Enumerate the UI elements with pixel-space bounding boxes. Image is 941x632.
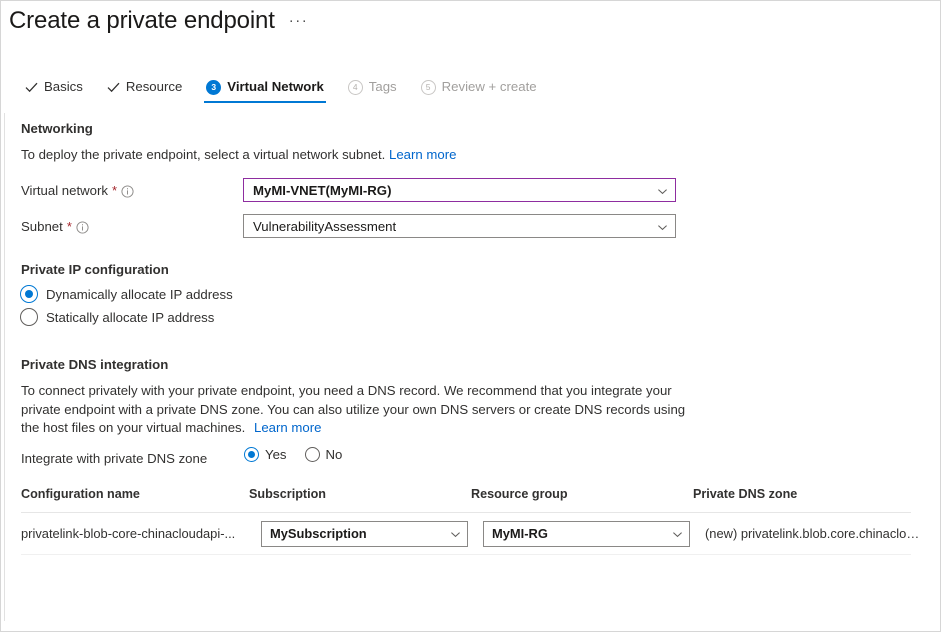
create-private-endpoint-page: Create a private endpoint ··· Basics Res… — [0, 0, 941, 632]
radio-yes-label: Yes — [265, 447, 287, 462]
subnet-value: VulnerabilityAssessment — [253, 219, 396, 234]
virtual-network-value: MyMI-VNET(MyMI-RG) — [253, 183, 391, 198]
cell-resource-group: MyMI-RG — [483, 521, 705, 547]
virtual-network-dropdown[interactable]: MyMI-VNET(MyMI-RG) — [243, 178, 676, 202]
private-dns-description: To connect privately with your private e… — [21, 382, 691, 438]
info-icon[interactable] — [76, 221, 89, 234]
radio-statically-allocate-label: Statically allocate IP address — [46, 310, 214, 325]
networking-description-text: To deploy the private endpoint, select a… — [21, 147, 385, 162]
cell-subscription: MySubscription — [261, 521, 483, 547]
step-number-badge: 4 — [348, 80, 363, 95]
integrate-dns-label-text: Integrate with private DNS zone — [21, 451, 207, 466]
page-title: Create a private endpoint — [9, 7, 275, 35]
table-header-row: Configuration name Subscription Resource… — [21, 487, 911, 513]
chevron-down-icon — [657, 185, 668, 196]
networking-heading: Networking — [21, 121, 93, 136]
more-options-icon[interactable]: ··· — [289, 13, 309, 28]
check-icon — [25, 81, 38, 94]
required-marker: * — [112, 183, 117, 198]
tab-tags[interactable]: 4 Tags — [336, 79, 409, 103]
column-header-subscription: Subscription — [249, 487, 471, 501]
table-row: privatelink-blob-core-chinacloudapi-... … — [21, 513, 911, 555]
subnet-label: Subnet * — [21, 219, 89, 234]
step-number-badge: 5 — [421, 80, 436, 95]
active-tab-underline — [204, 101, 326, 103]
tab-review-create[interactable]: 5 Review + create — [409, 79, 549, 103]
radio-integrate-dns-yes[interactable]: Yes — [244, 447, 287, 462]
step-number-badge: 3 — [206, 80, 221, 95]
subnet-dropdown[interactable]: VulnerabilityAssessment — [243, 214, 676, 238]
tab-virtual-network-label: Virtual Network — [227, 79, 324, 95]
tab-resource-label: Resource — [126, 79, 182, 95]
private-dns-learn-more-link[interactable]: Learn more — [254, 420, 321, 435]
radio-icon — [20, 285, 38, 303]
radio-dynamically-allocate[interactable]: Dynamically allocate IP address — [20, 285, 233, 303]
integrate-dns-radio-group: Yes No — [244, 447, 342, 462]
tab-resource[interactable]: Resource — [95, 79, 194, 103]
check-icon — [107, 81, 120, 94]
private-dns-description-line2: endpoint with a private DNS zone. You ca… — [21, 402, 685, 436]
networking-learn-more-link[interactable]: Learn more — [389, 147, 456, 162]
content-left-divider — [4, 113, 5, 621]
column-header-private-dns-zone: Private DNS zone — [693, 487, 911, 501]
radio-icon — [20, 308, 38, 326]
cell-configuration-name: privatelink-blob-core-chinacloudapi-... — [21, 526, 261, 541]
private-ip-heading: Private IP configuration — [21, 262, 169, 277]
networking-description: To deploy the private endpoint, select a… — [21, 146, 456, 165]
resource-group-value: MyMI-RG — [492, 526, 548, 541]
virtual-network-label: Virtual network * — [21, 183, 134, 198]
subscription-dropdown[interactable]: MySubscription — [261, 521, 468, 547]
tab-review-create-label: Review + create — [442, 79, 537, 95]
resource-group-dropdown[interactable]: MyMI-RG — [483, 521, 690, 547]
private-dns-description-line3: virtual machines. — [146, 420, 245, 435]
tab-tags-label: Tags — [369, 79, 397, 95]
subnet-label-text: Subnet — [21, 219, 63, 234]
private-dns-heading: Private DNS integration — [21, 357, 168, 372]
radio-icon — [305, 447, 320, 462]
chevron-down-icon — [672, 528, 683, 539]
virtual-network-label-text: Virtual network — [21, 183, 108, 198]
dns-zone-configuration-table: Configuration name Subscription Resource… — [21, 487, 911, 555]
radio-no-label: No — [326, 447, 343, 462]
tab-basics-label: Basics — [44, 79, 83, 95]
cell-private-dns-zone: (new) privatelink.blob.core.chinaclou... — [705, 526, 935, 541]
wizard-tabs: Basics Resource 3 Virtual Network 4 Tags… — [13, 79, 549, 103]
radio-integrate-dns-no[interactable]: No — [305, 447, 343, 462]
radio-dynamically-allocate-label: Dynamically allocate IP address — [46, 287, 233, 302]
radio-icon — [244, 447, 259, 462]
tab-basics[interactable]: Basics — [13, 79, 95, 103]
info-icon[interactable] — [121, 185, 134, 198]
page-header: Create a private endpoint ··· — [9, 7, 308, 35]
chevron-down-icon — [657, 221, 668, 232]
tab-virtual-network[interactable]: 3 Virtual Network — [194, 79, 336, 103]
radio-statically-allocate[interactable]: Statically allocate IP address — [20, 308, 214, 326]
column-header-resource-group: Resource group — [471, 487, 693, 501]
subscription-value: MySubscription — [270, 526, 367, 541]
required-marker: * — [67, 219, 72, 234]
column-header-configuration-name: Configuration name — [21, 487, 249, 501]
integrate-dns-label: Integrate with private DNS zone — [21, 451, 207, 466]
chevron-down-icon — [450, 528, 461, 539]
